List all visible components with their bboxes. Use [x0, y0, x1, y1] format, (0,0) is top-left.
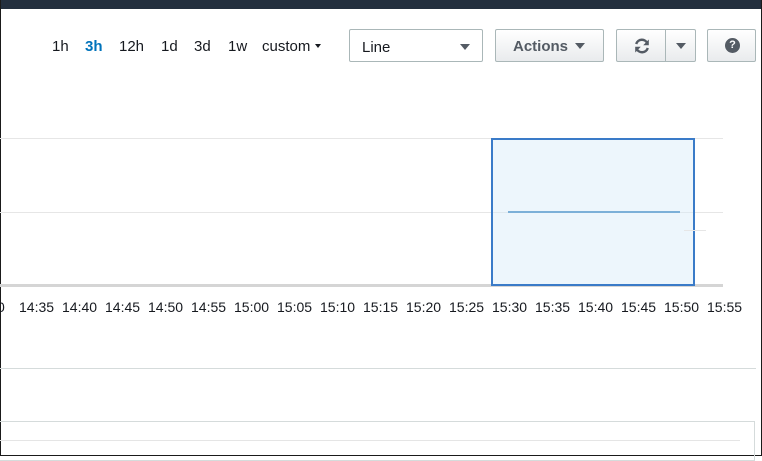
x-tick-label: 15:15 [363, 299, 399, 315]
crosshair-line [684, 230, 706, 231]
bottom-panel-rule [0, 440, 740, 441]
view-type-select[interactable]: Line [349, 29, 483, 62]
actions-button[interactable]: Actions [495, 29, 604, 62]
range-3d[interactable]: 3d [194, 38, 211, 55]
x-tick-label: 15:50 [664, 299, 700, 315]
chevron-down-icon [575, 43, 585, 49]
x-tick-label: 15:10 [320, 299, 356, 315]
range-1w[interactable]: 1w [228, 38, 247, 55]
x-tick-label: 14:40 [62, 299, 98, 315]
x-tick-label: 15:05 [277, 299, 313, 315]
x-tick-label: 0 [0, 299, 5, 315]
x-tick-label: 15:35 [535, 299, 571, 315]
x-tick-label: 14:50 [148, 299, 184, 315]
range-3h[interactable]: 3h [85, 38, 103, 55]
x-tick-label: 15:30 [492, 299, 528, 315]
x-tick-label: 15:25 [449, 299, 485, 315]
x-tick-label: 15:45 [621, 299, 657, 315]
x-tick-label: 15:40 [578, 299, 614, 315]
x-tick-label: 14:45 [105, 299, 141, 315]
refresh-options-button[interactable] [665, 29, 696, 62]
x-tick-label: 15:55 [707, 299, 743, 315]
range-12h[interactable]: 12h [119, 38, 144, 55]
series-line [508, 211, 680, 213]
x-tick-label: 14:35 [19, 299, 55, 315]
refresh-button[interactable] [616, 29, 666, 62]
range-1d[interactable]: 1d [161, 38, 178, 55]
chevron-down-icon [676, 43, 686, 49]
range-custom-label: custom [262, 38, 311, 55]
section-divider [0, 368, 756, 369]
range-custom[interactable]: custom [262, 38, 322, 55]
refresh-icon [635, 38, 649, 54]
x-tick-label: 14:55 [191, 299, 227, 315]
actions-label: Actions [513, 38, 569, 55]
bottom-panel [0, 421, 755, 461]
help-button[interactable]: ? [707, 29, 756, 62]
x-tick-label: 15:00 [234, 299, 270, 315]
x-tick-label: 15:20 [406, 299, 442, 315]
range-1h[interactable]: 1h [52, 38, 69, 55]
chevron-down-icon [315, 44, 322, 49]
help-icon: ? [725, 38, 740, 53]
view-type-value: Line [362, 39, 391, 56]
chevron-down-icon [460, 44, 470, 50]
